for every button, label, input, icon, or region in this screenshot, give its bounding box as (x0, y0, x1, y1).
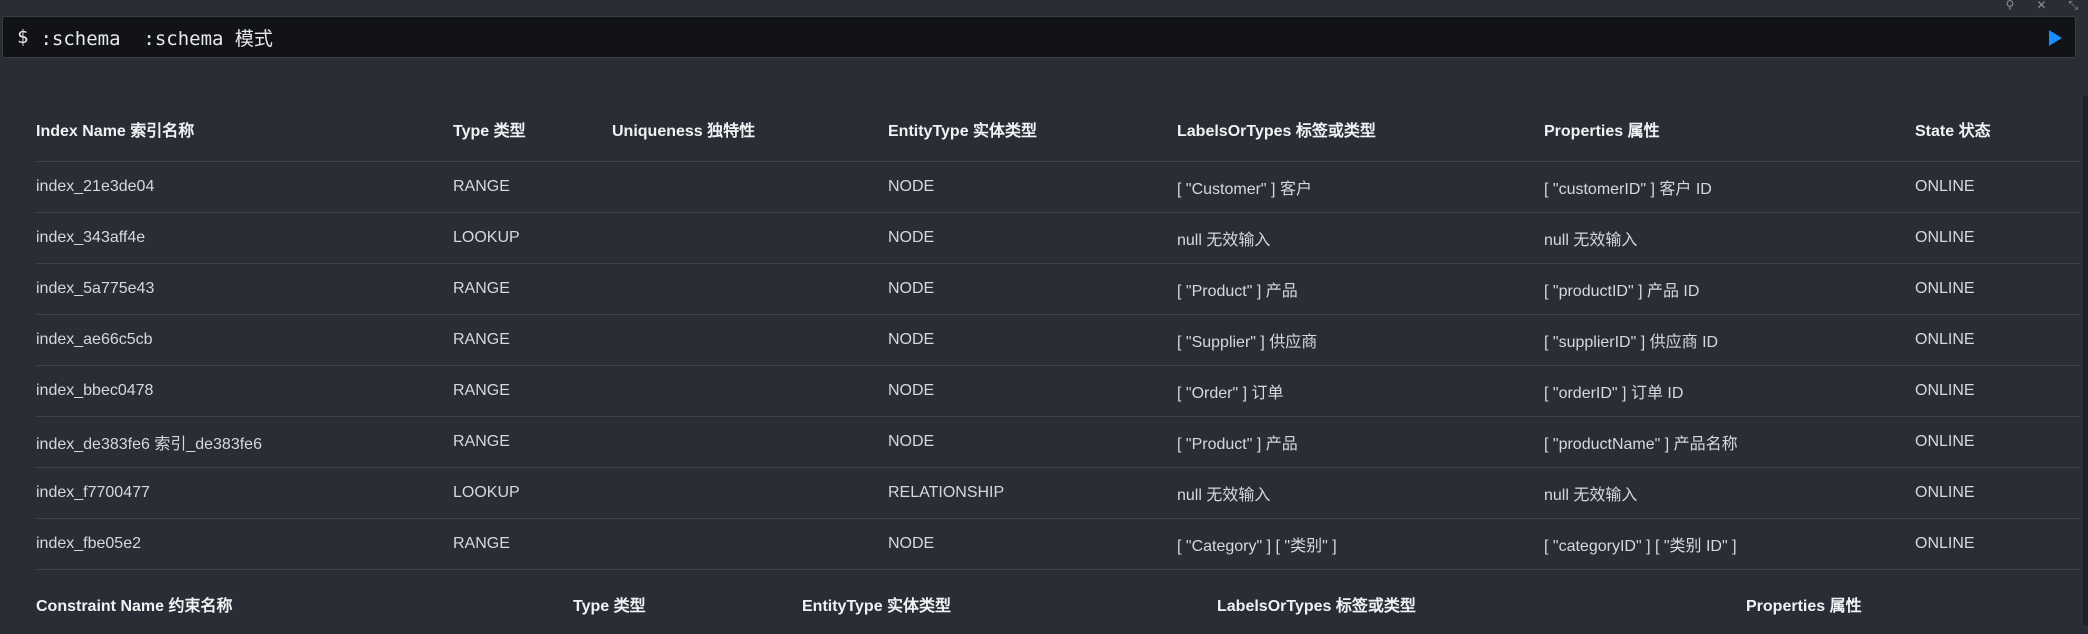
cell-type: RANGE (453, 365, 612, 417)
cell-state: ONLINE (1915, 365, 2080, 417)
pin-icon[interactable]: ⚲ (2006, 0, 2015, 10)
cell-index-name: index_21e3de04 (36, 161, 453, 213)
cell-uniqueness (612, 518, 888, 570)
indexes-table-container: Index Name 索引名称 Type 类型 Uniqueness 独特性 E… (36, 96, 2080, 570)
cell-properties: null 无效输入 (1544, 212, 1915, 264)
cell-type: RANGE (453, 161, 612, 213)
table-row[interactable]: index_343aff4e LOOKUP NODE null 无效输入 nul… (36, 212, 2080, 264)
constraints-table: Constraint Name 约束名称 Type 类型 EntityType … (36, 574, 2080, 634)
constraints-table-container: Constraint Name 约束名称 Type 类型 EntityType … (36, 574, 2080, 634)
cell-properties: [ "supplierID" ] 供应商 ID (1544, 314, 1915, 366)
cell-uniqueness (612, 212, 888, 264)
cell-state: ONLINE (1915, 212, 2080, 264)
cell-uniqueness (612, 365, 888, 417)
cell-uniqueness (612, 416, 888, 468)
command-bar[interactable]: $ :schema :schema 模式 (2, 16, 2076, 58)
cell-state: ONLINE (1915, 518, 2080, 570)
header-constraint-name[interactable]: Constraint Name 约束名称 (36, 574, 573, 634)
table-row[interactable]: index_de383fe6 索引_de383fe6 RANGE NODE [ … (36, 416, 2080, 468)
table-row[interactable]: index_ae66c5cb RANGE NODE [ "Supplier" ]… (36, 314, 2080, 366)
cell-properties: null 无效输入 (1544, 467, 1915, 519)
header-labels-or-types[interactable]: LabelsOrTypes 标签或类型 (1177, 96, 1544, 162)
cell-type: RANGE (453, 314, 612, 366)
cell-properties: [ "orderID" ] 订单 ID (1544, 365, 1915, 417)
cell-properties: [ "productID" ] 产品 ID (1544, 263, 1915, 315)
play-icon[interactable] (2049, 30, 2062, 46)
header-constraint-type[interactable]: Type 类型 (573, 574, 802, 634)
cell-type: LOOKUP (453, 212, 612, 264)
cell-labels: [ "Category" ] [ "类别" ] (1177, 518, 1544, 570)
cell-index-name: index_bbec0478 (36, 365, 453, 417)
cell-type: LOOKUP (453, 467, 612, 519)
cell-type: RANGE (453, 518, 612, 570)
cell-index-name: index_343aff4e (36, 212, 453, 264)
header-entity-type[interactable]: EntityType 实体类型 (888, 96, 1177, 162)
cell-state: ONLINE (1915, 416, 2080, 468)
cell-uniqueness (612, 161, 888, 213)
cell-state: ONLINE (1915, 467, 2080, 519)
cell-index-name: index_fbe05e2 (36, 518, 453, 570)
cell-index-name: index_f7700477 (36, 467, 453, 519)
header-type[interactable]: Type 类型 (453, 96, 612, 162)
constraints-header-row: Constraint Name 约束名称 Type 类型 EntityType … (36, 574, 2080, 634)
cell-entity-type: RELATIONSHIP (888, 467, 1177, 519)
cell-index-name: index_ae66c5cb (36, 314, 453, 366)
cell-index-name: index_5a775e43 (36, 263, 453, 315)
header-state[interactable]: State 状态 (1915, 96, 2080, 162)
header-index-name[interactable]: Index Name 索引名称 (36, 96, 453, 162)
command-prompt: $ (17, 26, 29, 48)
vertical-scrollbar[interactable] (2083, 96, 2088, 625)
cell-state: ONLINE (1915, 161, 2080, 213)
cell-entity-type: NODE (888, 212, 1177, 264)
cell-type: RANGE (453, 263, 612, 315)
cell-entity-type: NODE (888, 518, 1177, 570)
cell-state: ONLINE (1915, 263, 2080, 315)
indexes-header-row: Index Name 索引名称 Type 类型 Uniqueness 独特性 E… (36, 96, 2080, 162)
table-row[interactable]: index_5a775e43 RANGE NODE [ "Product" ] … (36, 263, 2080, 315)
header-constraint-labels[interactable]: LabelsOrTypes 标签或类型 (1217, 574, 1746, 634)
collapse-icon[interactable]: ⤡ (2068, 0, 2078, 10)
cell-uniqueness (612, 467, 888, 519)
header-properties[interactable]: Properties 属性 (1544, 96, 1915, 162)
header-uniqueness[interactable]: Uniqueness 独特性 (612, 96, 888, 162)
table-row[interactable]: index_21e3de04 RANGE NODE [ "Customer" ]… (36, 161, 2080, 213)
cell-entity-type: NODE (888, 161, 1177, 213)
cell-entity-type: NODE (888, 365, 1177, 417)
cell-labels: [ "Order" ] 订单 (1177, 365, 1544, 417)
window-controls: ⚲ ✕ ⤡ (2006, 0, 2078, 12)
cell-entity-type: NODE (888, 314, 1177, 366)
table-row[interactable]: index_f7700477 LOOKUP RELATIONSHIP null … (36, 467, 2080, 519)
cell-labels: [ "Supplier" ] 供应商 (1177, 314, 1544, 366)
cell-uniqueness (612, 263, 888, 315)
cell-labels: null 无效输入 (1177, 212, 1544, 264)
table-row[interactable]: index_fbe05e2 RANGE NODE [ "Category" ] … (36, 518, 2080, 570)
cell-labels: [ "Product" ] 产品 (1177, 263, 1544, 315)
close-icon[interactable]: ✕ (2036, 0, 2046, 10)
cell-uniqueness (612, 314, 888, 366)
cell-entity-type: NODE (888, 416, 1177, 468)
command-text[interactable]: :schema :schema 模式 (40, 24, 272, 51)
cell-type: RANGE (453, 416, 612, 468)
cell-index-name: index_de383fe6 索引_de383fe6 (36, 416, 453, 468)
cell-properties: [ "categoryID" ] [ "类别 ID" ] (1544, 518, 1915, 570)
cell-labels: null 无效输入 (1177, 467, 1544, 519)
header-constraint-properties[interactable]: Properties 属性 (1746, 574, 2080, 634)
indexes-table: Index Name 索引名称 Type 类型 Uniqueness 独特性 E… (36, 96, 2080, 570)
cell-properties: [ "productName" ] 产品名称 (1544, 416, 1915, 468)
cell-properties: [ "customerID" ] 客户 ID (1544, 161, 1915, 213)
cell-labels: [ "Product" ] 产品 (1177, 416, 1544, 468)
cell-entity-type: NODE (888, 263, 1177, 315)
table-row[interactable]: index_bbec0478 RANGE NODE [ "Order" ] 订单… (36, 365, 2080, 417)
cell-state: ONLINE (1915, 314, 2080, 366)
header-constraint-entity-type[interactable]: EntityType 实体类型 (802, 574, 1217, 634)
cell-labels: [ "Customer" ] 客户 (1177, 161, 1544, 213)
